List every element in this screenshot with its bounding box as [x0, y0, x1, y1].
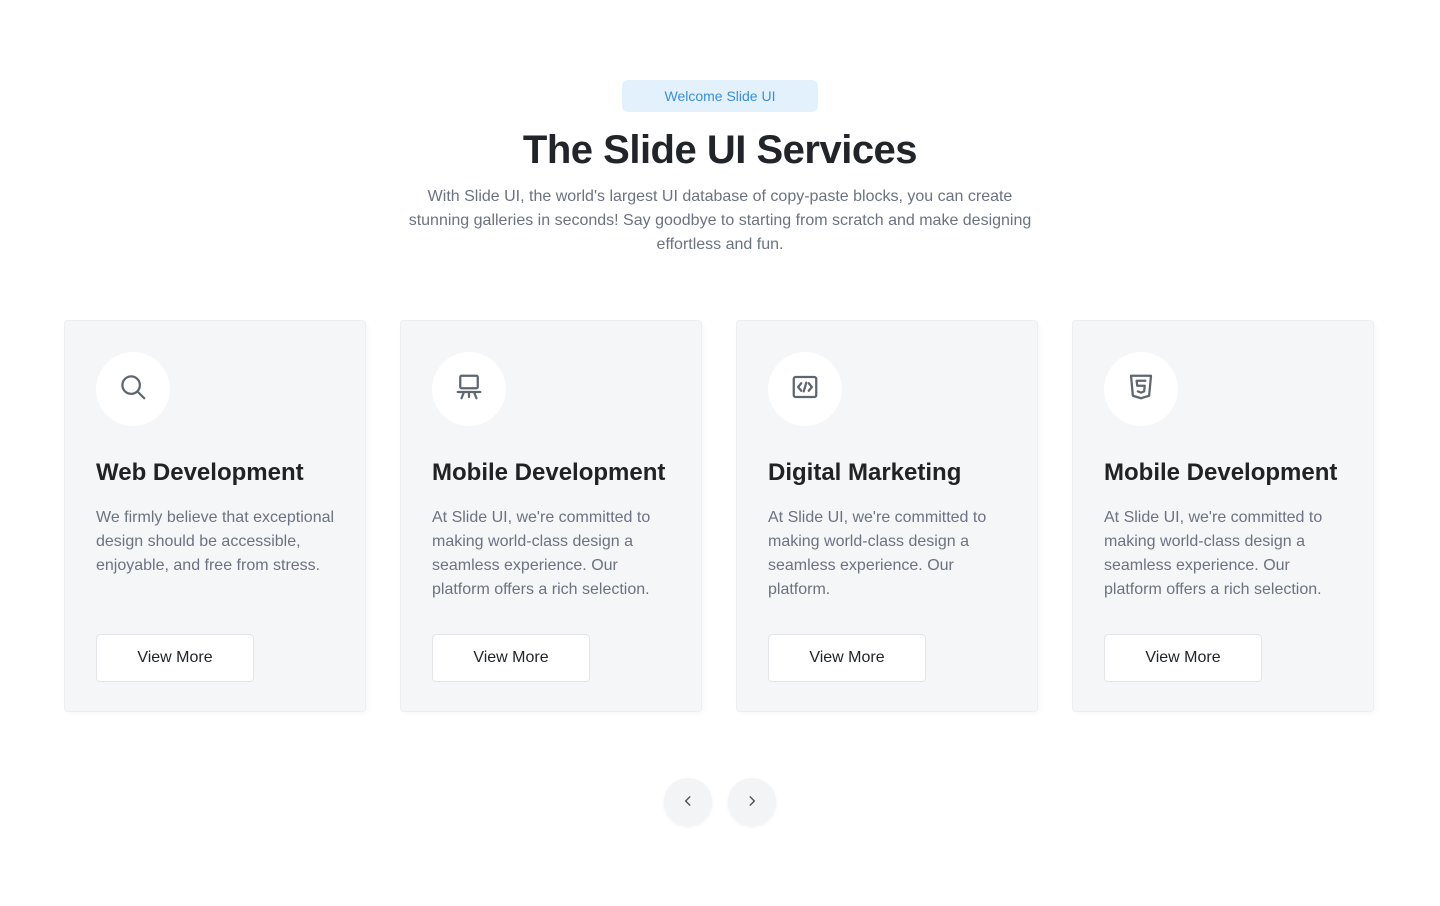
card-title: Web Development — [96, 459, 304, 486]
page-subtitle: With Slide UI, the world's largest UI da… — [408, 188, 1032, 253]
search-icon — [118, 372, 148, 407]
card-description: At Slide UI, we're committed to making w… — [768, 509, 987, 598]
service-card-digital-marketing: Digital Marketing At Slide UI, we're com… — [736, 320, 1038, 712]
service-card-mobile-development-2: Mobile Development At Slide UI, we're co… — [1072, 320, 1374, 712]
card-title: Mobile Development — [1104, 459, 1338, 486]
html5-icon — [1126, 372, 1156, 407]
card-icon-circle — [96, 352, 170, 426]
card-icon-circle — [1104, 352, 1178, 426]
next-slide-button[interactable] — [728, 778, 776, 826]
card-description: At Slide UI, we're committed to making w… — [432, 509, 651, 598]
card-description: We firmly believe that exceptional desig… — [96, 509, 335, 574]
previous-slide-button[interactable] — [664, 778, 712, 826]
view-more-button[interactable]: View More — [1104, 634, 1262, 682]
card-title: Mobile Development — [432, 459, 666, 486]
service-card-mobile-development: Mobile Development At Slide UI, we're co… — [400, 320, 702, 712]
view-more-button[interactable]: View More — [768, 634, 926, 682]
card-description: At Slide UI, we're committed to making w… — [1104, 509, 1323, 598]
card-icon-circle — [432, 352, 506, 426]
view-more-button[interactable]: View More — [432, 634, 590, 682]
chevron-left-icon — [681, 794, 695, 811]
page-title: The Slide UI Services — [522, 128, 918, 172]
card-icon-circle — [768, 352, 842, 426]
view-more-button[interactable]: View More — [96, 634, 254, 682]
code-icon — [790, 372, 820, 407]
chevron-right-icon — [745, 794, 759, 811]
welcome-badge: Welcome Slide UI — [622, 80, 818, 112]
presentation-icon — [454, 372, 484, 407]
service-card-web-development: Web Development We firmly believe that e… — [64, 320, 366, 712]
card-title: Digital Marketing — [768, 459, 962, 486]
